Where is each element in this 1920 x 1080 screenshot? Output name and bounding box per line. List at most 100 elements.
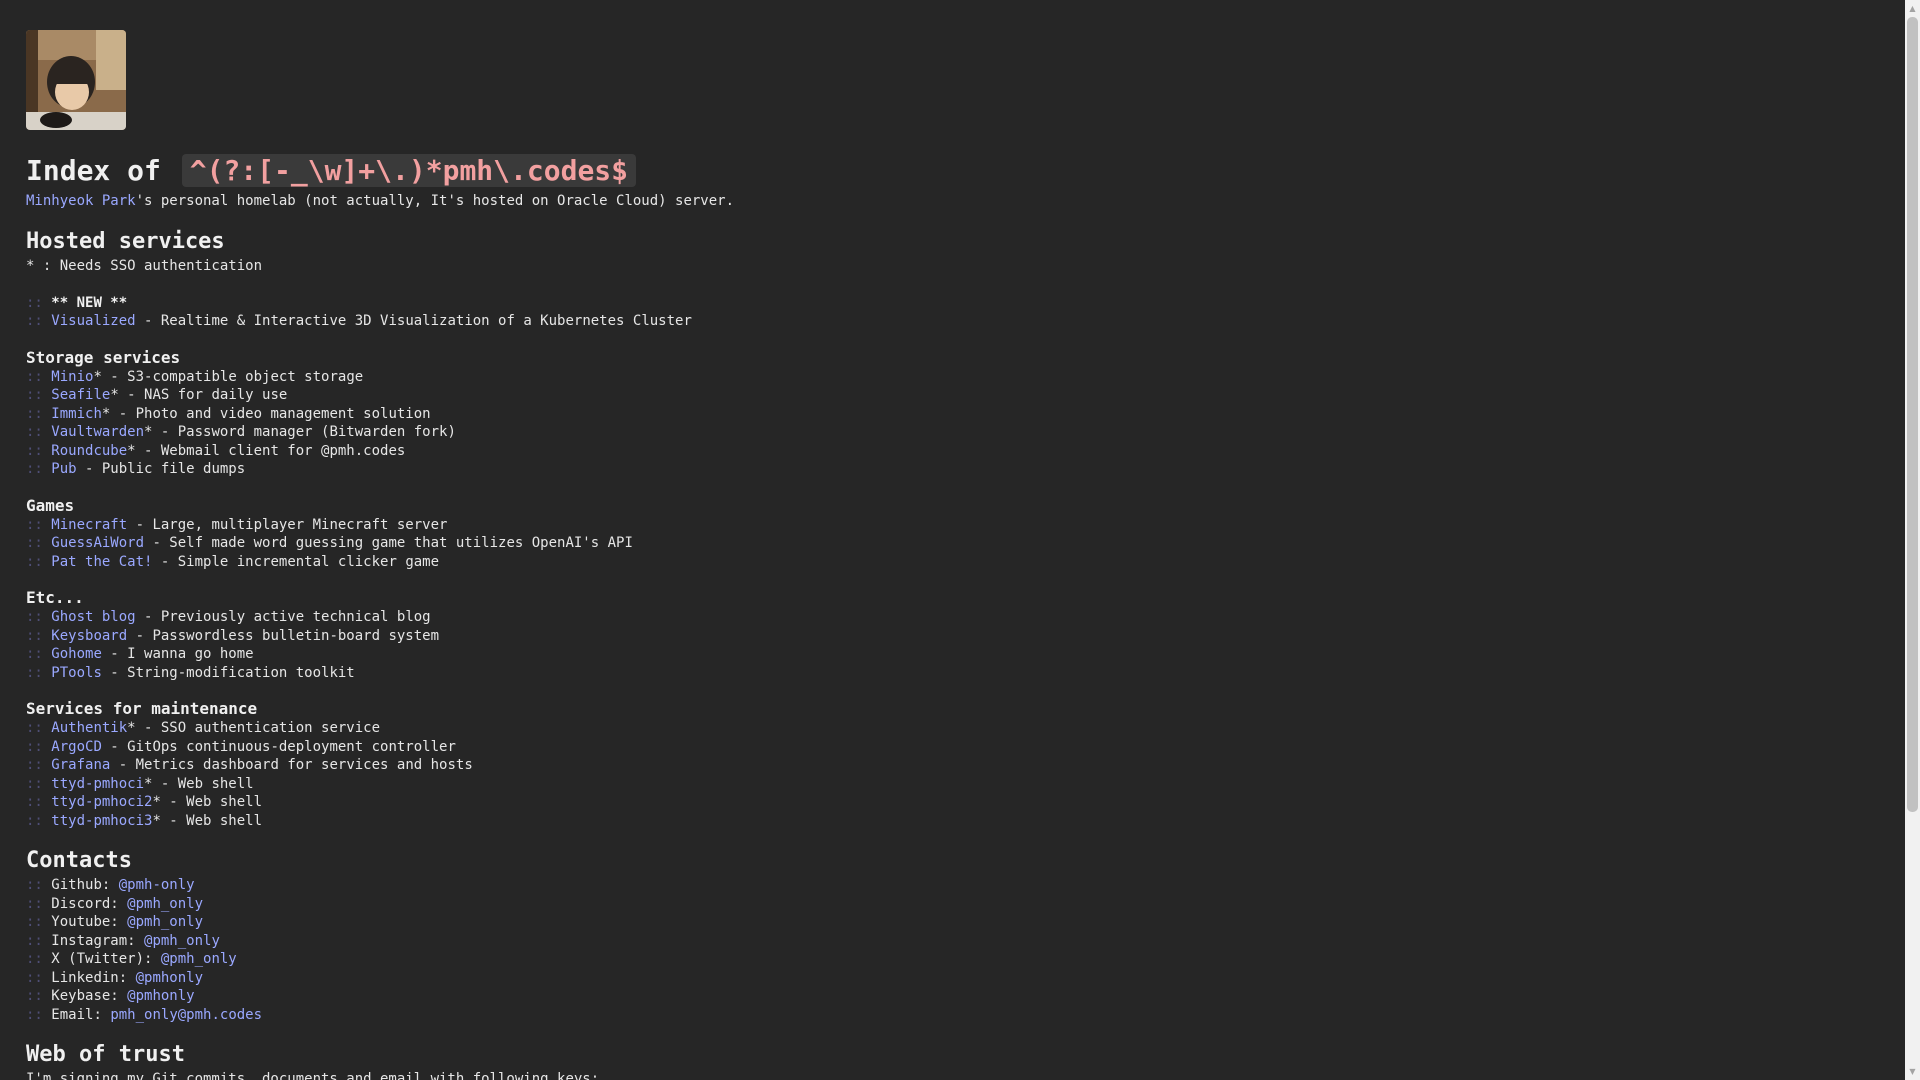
service-link-immich[interactable]: Immich — [51, 406, 102, 422]
service-link-ghost-blog[interactable]: Ghost blog — [51, 609, 135, 625]
service-link-roundcube[interactable]: Roundcube — [51, 443, 127, 459]
sso-note: * : Needs SSO authentication — [26, 257, 263, 274]
service-desc: * - Photo and video management solution — [101, 405, 431, 422]
service-link-ttyd-pmhoci2[interactable]: ttyd-pmhoci2 — [51, 794, 152, 810]
service-row-keysboard: :: Keysboard - Passwordless bulletin-boa… — [26, 627, 1886, 646]
list-separator: :: — [26, 969, 43, 986]
list-separator: :: — [26, 877, 43, 893]
intro-text: Minhyeok Park's personal homelab (not ac… — [26, 192, 1886, 211]
service-link-pub[interactable]: Pub — [51, 461, 76, 477]
service-desc: * - Web shell — [144, 775, 254, 792]
scroll-down-arrow-icon[interactable]: ▼ — [1905, 1063, 1920, 1080]
title-prefix: Index of — [26, 154, 161, 187]
list-separator: :: — [26, 405, 43, 422]
service-row-guessaiword: :: GuessAiWord - Self made word guessing… — [26, 534, 1886, 553]
vertical-scrollbar[interactable]: ▲ ▼ — [1905, 0, 1920, 1080]
scroll-up-arrow-icon[interactable]: ▲ — [1905, 0, 1920, 17]
list-separator: :: — [26, 646, 43, 662]
service-link-ttyd-pmhoci[interactable]: ttyd-pmhoci — [51, 776, 144, 792]
service-link-ptools[interactable]: PTools — [51, 665, 102, 681]
list-separator: :: — [26, 294, 43, 311]
service-row-ptools: :: PTools - String-modification toolkit — [26, 664, 1886, 683]
service-desc: - I wanna go home — [101, 646, 254, 662]
list-separator: :: — [26, 812, 43, 829]
service-desc: * - Web shell — [152, 794, 263, 810]
service-desc: - Metrics dashboard for services and hos… — [110, 757, 473, 773]
service-row-ttyd-pmhoci3: :: ttyd-pmhoci3* - Web shell — [26, 812, 1886, 831]
list-separator: :: — [26, 757, 43, 773]
service-row-minecraft: :: Minecraft - Large, multiplayer Minecr… — [26, 516, 1886, 535]
service-link-pat-the-cat[interactable]: Pat the Cat! — [51, 554, 152, 570]
list-separator: :: — [26, 1006, 43, 1023]
list-separator: :: — [26, 535, 43, 551]
contact-link-email[interactable]: pmh_only@pmh.codes — [110, 1007, 262, 1023]
games-heading: Games — [26, 495, 75, 515]
service-desc: - Realtime & Interactive 3D Visualizatio… — [135, 313, 692, 329]
service-row-authentik: :: Authentik* - SSO authentication servi… — [26, 719, 1886, 738]
list-separator: :: — [26, 313, 43, 329]
service-link-minecraft[interactable]: Minecraft — [51, 517, 127, 533]
service-desc: * - NAS for daily use — [110, 387, 288, 403]
list-separator: :: — [26, 720, 43, 736]
service-link-argocd[interactable]: ArgoCD — [51, 739, 102, 755]
service-desc: * - Web shell — [152, 812, 263, 829]
page-content: Index of ^(?:[-_\w]+\.)*pmh\.codes$ Minh… — [26, 30, 1886, 1080]
scrollbar-thumb[interactable] — [1907, 17, 1918, 812]
service-row-visualized: :: Visualized - Realtime & Interactive 3… — [26, 312, 1886, 331]
contact-link-keybase[interactable]: @pmhonly — [127, 988, 194, 1004]
contact-link-instagram[interactable]: @pmh_only — [144, 933, 220, 949]
contact-label: Youtube: — [51, 914, 128, 930]
list-separator: :: — [26, 553, 43, 570]
contact-row-instagram: :: Instagram: @pmh_only — [26, 932, 1886, 951]
contact-row-email: :: Email: pmh_only@pmh.codes — [26, 1006, 1886, 1025]
service-link-visualized[interactable]: Visualized — [51, 313, 135, 329]
service-row-seafile: :: Seafile* - NAS for daily use — [26, 386, 1886, 405]
owner-link[interactable]: Minhyeok Park — [26, 193, 136, 209]
service-desc: * - SSO authentication service — [127, 720, 381, 736]
contact-link-discord[interactable]: @pmh_only — [127, 896, 203, 912]
service-row-pat-the-cat: :: Pat the Cat! - Simple incremental cli… — [26, 553, 1886, 572]
service-link-minio[interactable]: Minio — [51, 369, 93, 385]
service-link-authentik[interactable]: Authentik — [51, 720, 127, 736]
list-separator: :: — [26, 368, 43, 385]
contact-link-linkedin[interactable]: @pmhonly — [136, 970, 203, 986]
list-separator: :: — [26, 461, 43, 477]
web-of-trust-text: I'm signing my Git commits, documents an… — [26, 1071, 600, 1080]
contact-label: X (Twitter): — [51, 951, 161, 967]
service-link-vaultwarden[interactable]: Vaultwarden — [51, 424, 144, 440]
service-link-seafile[interactable]: Seafile — [51, 387, 110, 403]
service-link-grafana[interactable]: Grafana — [51, 757, 110, 773]
service-desc: - String-modification toolkit — [101, 664, 355, 681]
service-desc: - Public file dumps — [76, 461, 246, 477]
storage-services-heading: Storage services — [26, 347, 181, 367]
service-link-keysboard[interactable]: Keysboard — [51, 628, 127, 644]
new-label-row: :: ** NEW ** — [26, 294, 1886, 313]
service-desc: - Self made word guessing game that util… — [144, 535, 633, 551]
list-separator: :: — [26, 424, 43, 440]
service-row-ghost-blog: :: Ghost blog - Previously active techni… — [26, 608, 1886, 627]
contact-link-twitter[interactable]: @pmh_only — [161, 951, 237, 967]
service-desc: - Simple incremental clicker game — [152, 553, 440, 570]
list-separator: :: — [26, 775, 43, 792]
contact-link-youtube[interactable]: @pmh_only — [127, 914, 203, 930]
service-link-gohome[interactable]: Gohome — [51, 646, 102, 662]
contact-row-discord: :: Discord: @pmh_only — [26, 895, 1886, 914]
intro-suffix: 's personal homelab (not actually, It's … — [135, 193, 735, 209]
service-desc: - GitOps continuous-deployment controlle… — [101, 738, 456, 755]
list-separator: :: — [26, 738, 43, 755]
service-desc: - Passwordless bulletin-board system — [127, 627, 440, 644]
list-separator: :: — [26, 516, 43, 533]
web-of-trust-heading: Web of trust — [26, 1042, 185, 1067]
avatar — [26, 30, 126, 130]
list-separator: :: — [26, 895, 43, 912]
list-separator: :: — [26, 442, 43, 459]
contact-label: Linkedin: — [51, 969, 136, 986]
contacts-heading: Contacts — [26, 848, 132, 873]
contact-link-github[interactable]: @pmh-only — [119, 877, 195, 893]
list-separator: :: — [26, 932, 43, 949]
service-desc: - Large, multiplayer Minecraft server — [127, 516, 448, 533]
list-separator: :: — [26, 664, 43, 681]
service-link-ttyd-pmhoci3[interactable]: ttyd-pmhoci3 — [51, 813, 152, 829]
hosted-services-heading: Hosted services — [26, 228, 225, 254]
service-link-guessaiword[interactable]: GuessAiWord — [51, 535, 144, 551]
